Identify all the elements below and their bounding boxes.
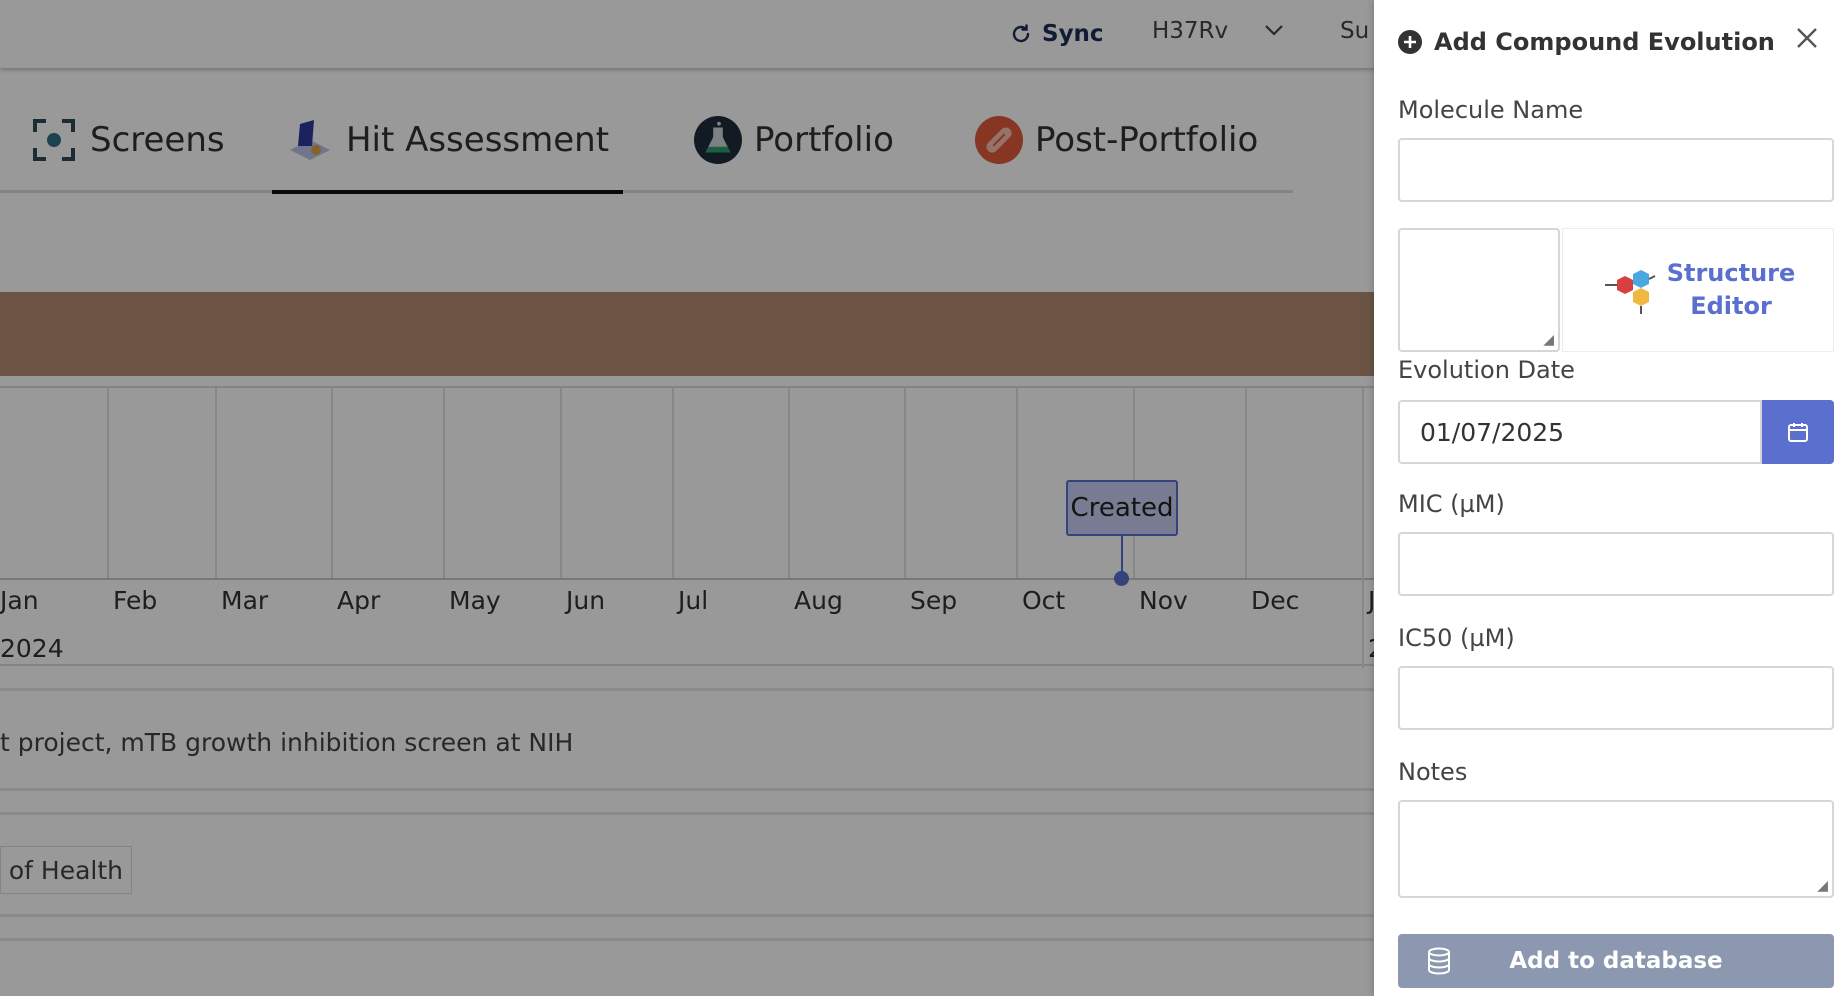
ic50-input[interactable] bbox=[1398, 666, 1834, 730]
panel-header: Add Compound Evolution bbox=[1398, 28, 1775, 56]
submit-label: Add to database bbox=[1509, 948, 1723, 974]
resize-grip-icon: ◢ bbox=[1817, 878, 1828, 894]
structure-editor-text: Structure Editor bbox=[1667, 257, 1796, 323]
molecule-icon bbox=[1604, 270, 1656, 314]
smiles-textarea[interactable]: ◢ bbox=[1398, 228, 1560, 352]
mic-input[interactable] bbox=[1398, 532, 1834, 596]
plus-circle-icon bbox=[1398, 30, 1422, 54]
evolution-date-label: Evolution Date bbox=[1398, 356, 1575, 384]
notes-textarea[interactable]: ◢ bbox=[1398, 800, 1834, 898]
add-to-database-button[interactable]: Add to database bbox=[1398, 934, 1834, 988]
close-icon[interactable] bbox=[1794, 24, 1820, 59]
add-compound-evolution-panel: Add Compound Evolution Molecule Name ◢ S… bbox=[1374, 0, 1844, 996]
resize-grip-icon: ◢ bbox=[1543, 332, 1554, 348]
evolution-date-input[interactable]: 01/07/2025 bbox=[1398, 400, 1762, 464]
molecule-name-input[interactable] bbox=[1398, 138, 1834, 202]
structure-editor-line2: Editor bbox=[1690, 292, 1772, 320]
mic-label: MIC (µM) bbox=[1398, 490, 1505, 518]
calendar-icon bbox=[1788, 423, 1808, 442]
ic50-label: IC50 (µM) bbox=[1398, 624, 1515, 652]
structure-editor-button[interactable]: Structure Editor bbox=[1562, 228, 1834, 352]
molecule-name-label: Molecule Name bbox=[1398, 96, 1584, 124]
database-icon bbox=[1428, 947, 1450, 975]
structure-editor-line1: Structure bbox=[1666, 259, 1796, 287]
notes-label: Notes bbox=[1398, 758, 1468, 786]
panel-title: Add Compound Evolution bbox=[1434, 28, 1775, 56]
modal-overlay[interactable] bbox=[0, 0, 1374, 996]
calendar-button[interactable] bbox=[1762, 400, 1834, 464]
